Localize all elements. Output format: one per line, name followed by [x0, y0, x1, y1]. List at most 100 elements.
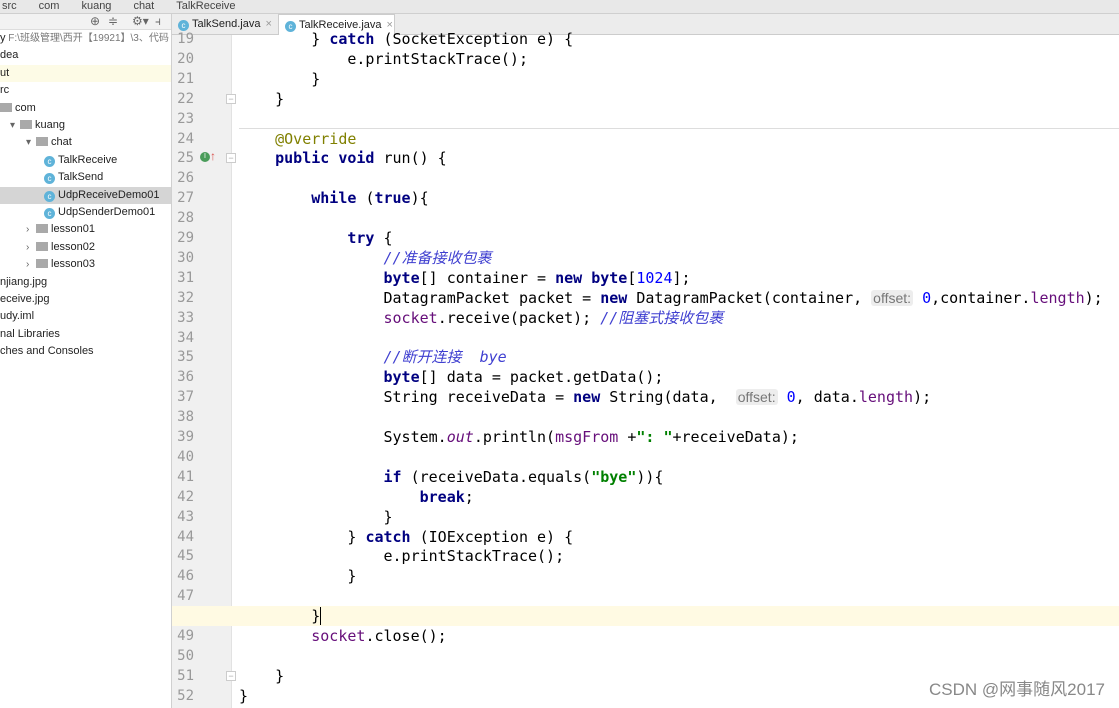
code-line: //准备接收包裹 [239, 248, 492, 268]
tree-item[interactable]: c TalkReceive [0, 152, 171, 169]
code-token: if [239, 467, 411, 486]
code-token: break [239, 487, 465, 506]
tree-item[interactable]: dea [0, 47, 171, 64]
code-token: )){ [636, 467, 664, 486]
code-token: ,container. [931, 288, 1031, 307]
tree-item[interactable]: › lesson01 [0, 221, 171, 238]
tree-item[interactable]: eceive.jpg [0, 291, 171, 308]
code-token: [] data = packet.getData(); [419, 368, 664, 387]
code-line: } [239, 686, 248, 706]
code-line: socket.close(); [239, 626, 446, 646]
parameter-hint: offset: [735, 389, 778, 406]
code-token: (receiveData.equals( [410, 467, 592, 486]
breadcrumb: src com kuang chat TalkReceive [0, 0, 1119, 14]
folder-icon [20, 120, 32, 129]
tree-item-label: ut [0, 66, 10, 79]
tree-item[interactable]: com [0, 100, 171, 117]
code-token: , data. [795, 388, 859, 407]
crumb[interactable]: src [2, 0, 17, 12]
tree-item[interactable]: ches and Consoles [0, 343, 171, 360]
code-token: length [1030, 288, 1085, 307]
code-token: e.printStackTrace(); [239, 49, 528, 68]
code-line: //断开连接 bye [239, 347, 507, 367]
text-caret [320, 607, 322, 626]
code-token: String(data, [609, 388, 736, 407]
code-token: 0 [913, 288, 932, 307]
gear-icon[interactable]: ⚙▾ [132, 14, 149, 28]
crumb[interactable]: TalkReceive [176, 0, 235, 12]
chevron-icon[interactable]: ▾ [10, 117, 20, 134]
chevron-icon[interactable]: ▾ [26, 134, 36, 151]
tree-item[interactable]: udy.iml [0, 308, 171, 325]
tree-item[interactable]: ut [0, 64, 171, 82]
tree-item[interactable]: c TalkSend [0, 169, 171, 186]
code-token: .receive(packet); [437, 308, 601, 327]
code-editor[interactable]: } catch (SocketException e) { e.printSta… [172, 30, 1119, 708]
code-line: } [239, 606, 322, 626]
code-token: socket [239, 308, 438, 327]
tree-item[interactable]: nal Libraries [0, 326, 171, 343]
crumb[interactable]: chat [133, 0, 154, 12]
crumb[interactable]: kuang [81, 0, 111, 12]
tree-item[interactable]: ▾ kuang [0, 117, 171, 134]
chevron-icon[interactable]: › [26, 256, 36, 273]
folder-icon [0, 102, 12, 112]
tree-item-label: lesson03 [51, 258, 96, 271]
crumb[interactable]: com [39, 0, 60, 12]
tree-item-label: UdpReceiveDemo01 [58, 188, 160, 201]
code-line: e.printStackTrace(); [239, 546, 564, 566]
tree-item[interactable]: › lesson03 [0, 256, 171, 273]
code-line: } [239, 566, 356, 586]
tree-item-label: UdpSenderDemo01 [58, 206, 156, 218]
code-token: new [573, 388, 610, 407]
tree-item-label: TalkReceive [58, 153, 118, 166]
tree-item[interactable]: › lesson02 [0, 239, 171, 256]
code-token: ]; [672, 268, 691, 287]
code-line: } catch (IOException e) { [239, 527, 573, 547]
tree-item[interactable]: njiang.jpg [0, 274, 171, 291]
code-line: DatagramPacket packet = new DatagramPack… [239, 288, 1102, 308]
code-line: byte[] container = new byte[1024]; [239, 268, 691, 288]
code-line: } [239, 69, 320, 89]
code-token: byte [239, 268, 420, 287]
parameter-hint: offset: [871, 289, 914, 306]
target-icon[interactable]: ⊕ [90, 14, 100, 28]
chevron-icon[interactable]: › [26, 239, 36, 256]
code-token: } [239, 686, 249, 705]
code-token: } [239, 527, 366, 546]
tree-item[interactable]: y F:\班级管理\西开【19921】\3、代码 [0, 30, 171, 47]
hide-icon[interactable]: ⫞ [155, 14, 161, 29]
tree-item-label: njiang.jpg [0, 275, 48, 288]
tree-item[interactable]: rc [0, 82, 171, 99]
code-token: } [239, 89, 285, 108]
code-token: //准备接收包裹 [239, 248, 492, 267]
code-token: System. [239, 428, 447, 446]
sidebar-toolbar: ⊕ ≑ ⚙▾ ⫞ [0, 14, 171, 30]
code-token: (SocketException e) { [374, 30, 574, 48]
project-path: F:\班级管理\西开【19921】\3、代码 [5, 33, 169, 44]
tree-item-label: lesson01 [51, 223, 96, 236]
tree-item-label: com [15, 101, 36, 114]
collapse-icon[interactable]: ≑ [108, 14, 118, 28]
code-line: e.printStackTrace(); [239, 49, 528, 69]
tree-item-label: lesson02 [51, 240, 96, 253]
code-token: } [239, 69, 321, 88]
code-token: e.printStackTrace(); [239, 547, 565, 566]
code-line: String receiveData = new String(data, of… [239, 387, 931, 407]
tree-item[interactable]: c UdpReceiveDemo01 [0, 186, 171, 204]
chevron-icon[interactable]: › [26, 221, 36, 238]
code-token: //断开连接 bye [239, 348, 507, 367]
folder-icon [36, 224, 48, 234]
tree-item[interactable]: ▾ chat [0, 134, 171, 151]
code-token: ){ [410, 189, 429, 208]
tree-item[interactable]: c UdpSenderDemo01 [0, 204, 171, 221]
code-token: } [239, 30, 330, 48]
class-icon: c [44, 173, 55, 185]
code-token: run() { [383, 149, 447, 168]
code-token: 1024 [636, 268, 673, 287]
code-line: byte[] data = packet.getData(); [239, 367, 663, 387]
code-token: true [374, 189, 411, 208]
code-token: 0 [777, 388, 796, 407]
code-token: DatagramPacket packet = [239, 288, 601, 307]
class-icon: c [44, 190, 55, 202]
